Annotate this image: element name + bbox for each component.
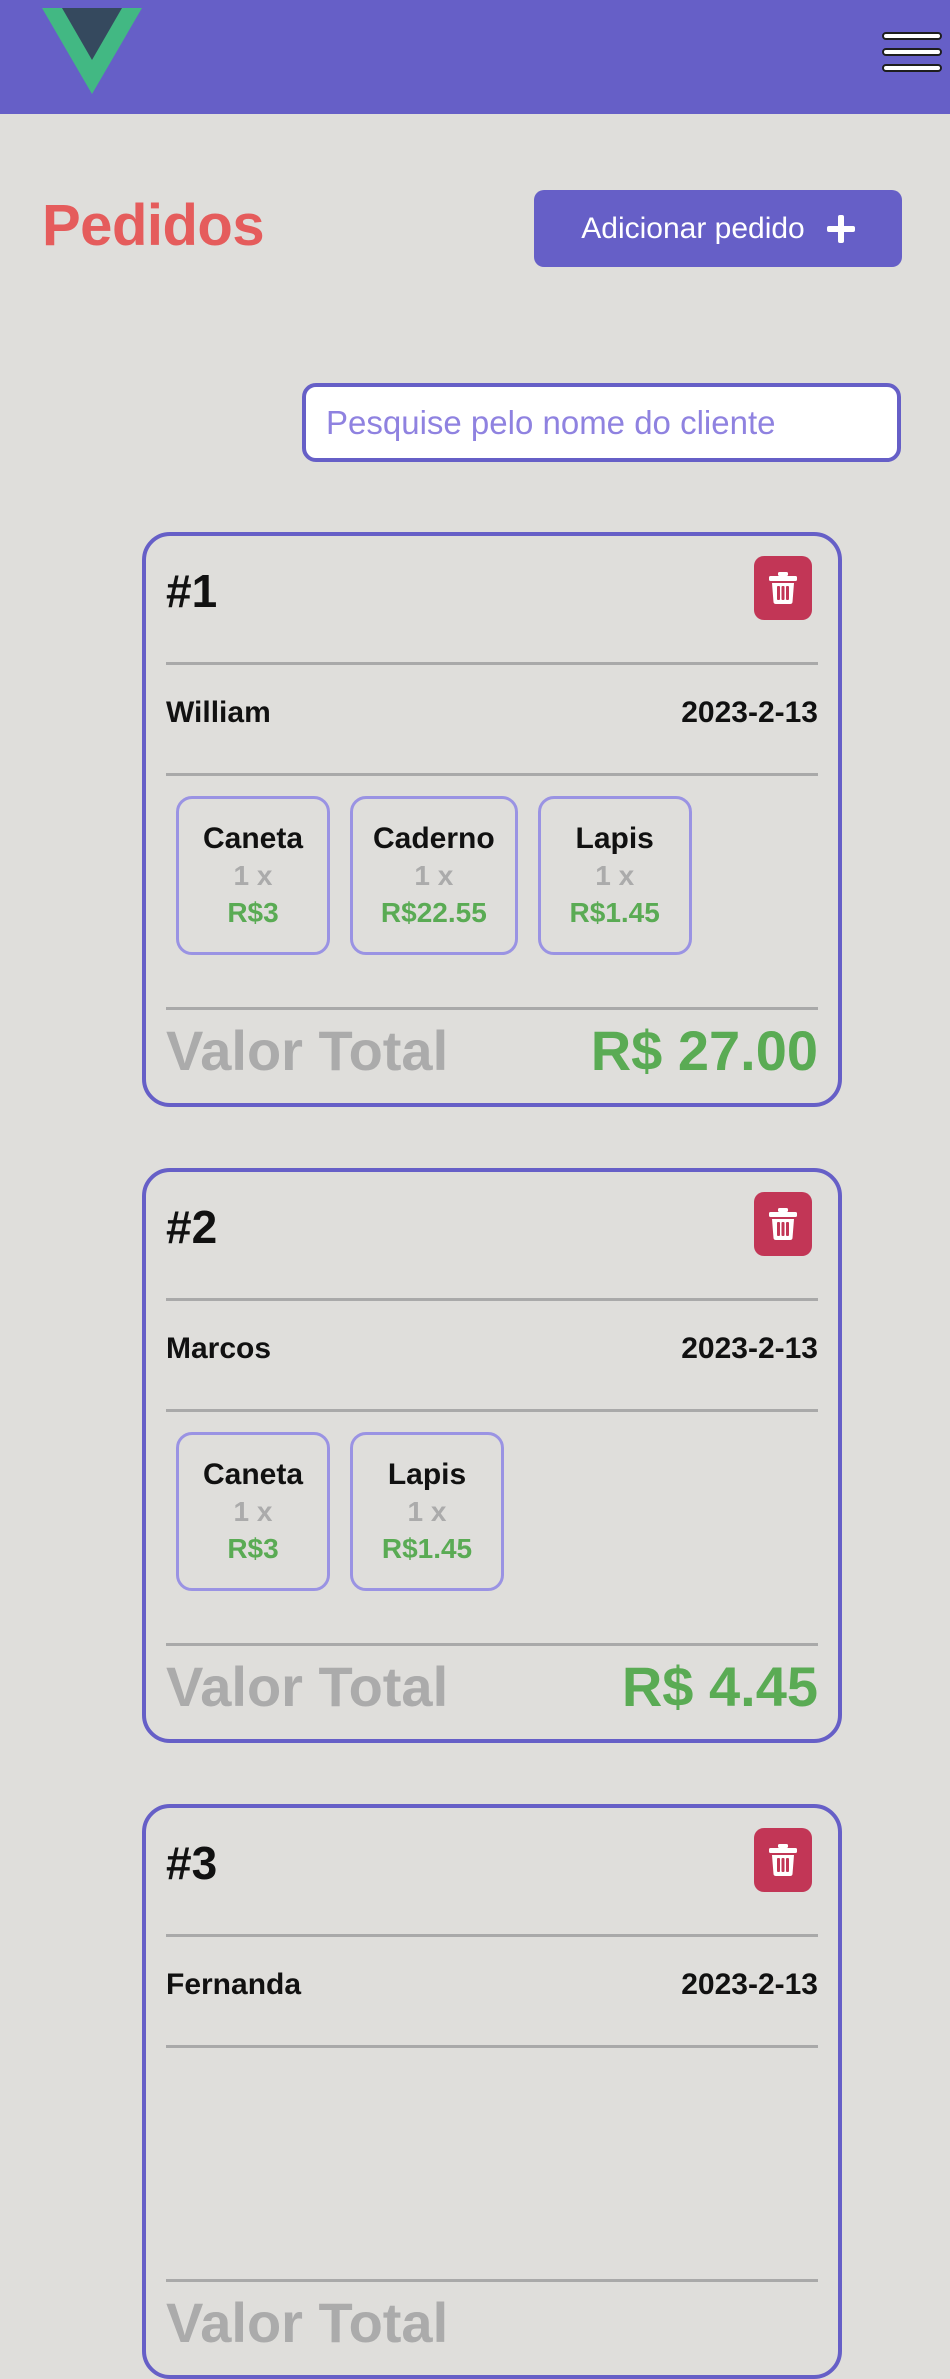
add-order-button-label: Adicionar pedido: [581, 211, 805, 245]
delete-order-button[interactable]: [754, 556, 812, 620]
order-item: Caneta 1 x R$3: [176, 796, 330, 955]
order-date: 2023-2-13: [681, 1332, 818, 1365]
item-qty: 1 x: [414, 860, 454, 891]
order-item: Lapis 1 x R$1.45: [537, 796, 692, 955]
customer-name: Fernanda: [166, 1968, 302, 2001]
customer-name: William: [166, 696, 271, 729]
order-number: #3: [166, 1837, 218, 1889]
vue-logo[interactable]: [42, 8, 142, 94]
total-value: R$ 4.45: [621, 1655, 818, 1718]
item-price: R$3: [227, 897, 279, 928]
item-qty: 1 x: [233, 1496, 273, 1527]
item-price: R$3: [227, 1533, 279, 1564]
total-label: Valor Total: [166, 1655, 449, 1718]
order-number: #2: [166, 1201, 218, 1253]
divider: [166, 1934, 818, 1937]
trash-icon: [769, 572, 797, 604]
divider: [166, 1409, 818, 1412]
divider: [166, 2045, 818, 2048]
page-title: Pedidos: [42, 193, 265, 258]
delete-order-button[interactable]: [754, 1828, 812, 1892]
trash-icon: [769, 1208, 797, 1240]
item-name: Lapis: [575, 822, 654, 855]
order-items: Caneta 1 x R$3 Lapis 1 x R$1.45: [176, 1432, 504, 1591]
item-name: Caderno: [373, 822, 495, 855]
top-navbar: [0, 0, 950, 114]
order-item: Caneta 1 x R$3: [176, 1432, 330, 1591]
order-card: #1 William 2023-2-13 Caneta 1 x R$3 Caderno 1 x…: [142, 532, 842, 1107]
order-card: #2 Marcos 2023-2-13 Caneta 1 x R$3 Lapis 1 x R$1…: [142, 1168, 842, 1743]
trash-icon: [769, 1844, 797, 1876]
order-date: 2023-2-13: [681, 1968, 818, 2001]
item-price: R$1.45: [381, 1533, 473, 1564]
item-qty: 1 x: [407, 1496, 447, 1527]
item-price: R$22.55: [380, 897, 487, 928]
divider: [166, 1643, 818, 1646]
order-item: Caderno 1 x R$22.55: [350, 796, 518, 955]
plus-icon: [826, 214, 855, 243]
total-label: Valor Total: [166, 2291, 449, 2354]
item-name: Lapis: [387, 1458, 467, 1491]
divider: [166, 1298, 818, 1301]
order-date: 2023-2-13: [681, 696, 818, 729]
hamburger-menu-icon[interactable]: [882, 32, 942, 76]
divider: [166, 662, 818, 665]
total-label: Valor Total: [166, 1019, 449, 1082]
item-qty: 1 x: [595, 860, 635, 891]
item-qty: 1 x: [233, 860, 273, 891]
add-order-button[interactable]: Adicionar pedido: [534, 190, 902, 267]
customer-name: Marcos: [166, 1332, 272, 1365]
divider: [166, 773, 818, 776]
divider: [166, 1007, 818, 1010]
delete-order-button[interactable]: [754, 1192, 812, 1256]
order-card: #3 Fernanda 2023-2-13 Valor Total: [142, 1804, 842, 2379]
total-value: R$ 27.00: [590, 1019, 818, 1082]
search-input[interactable]: [302, 383, 901, 462]
divider: [166, 2279, 818, 2282]
item-name: Caneta: [202, 822, 304, 855]
order-item: Lapis 1 x R$1.45: [350, 1432, 504, 1591]
item-name: Caneta: [202, 1458, 304, 1491]
order-number: #1: [166, 565, 218, 617]
order-items: Caneta 1 x R$3 Caderno 1 x R$22.55 Lapis 1 x R$1…: [176, 796, 692, 955]
item-price: R$1.45: [569, 897, 660, 928]
